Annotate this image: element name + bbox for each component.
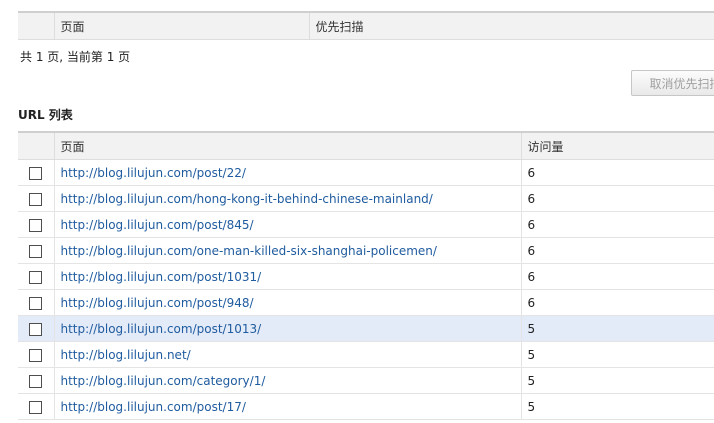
row-checkbox-cell (18, 185, 54, 212)
url-link[interactable]: http://blog.lilujun.com/one-man-killed-s… (61, 244, 437, 258)
url-link[interactable]: http://blog.lilujun.com/post/22/ (61, 166, 246, 180)
url-cell: http://blog.lilujun.com/one-man-killed-s… (53, 237, 521, 264)
column-header-priority-scan[interactable]: 优先扫描 (308, 11, 714, 40)
url-link[interactable]: http://blog.lilujun.com/category/1/ (61, 374, 266, 388)
url-cell: http://blog.lilujun.com/post/845/ (53, 211, 521, 238)
table-row[interactable]: http://blog.lilujun.com/post/22/ 6 (18, 159, 714, 186)
row-checkbox-cell (18, 289, 54, 316)
table-row[interactable]: http://blog.lilujun.com/category/1/ 5 (18, 367, 714, 394)
url-list-header-row: 页面 访问量 (18, 131, 714, 160)
row-checkbox-cell (18, 315, 54, 342)
row-checkbox-cell (18, 393, 54, 420)
row-checkbox[interactable] (29, 244, 43, 258)
row-checkbox[interactable] (29, 348, 43, 362)
priority-scan-table: 页面 优先扫描 (18, 11, 714, 40)
url-cell: http://blog.lilujun.com/post/17/ (53, 393, 521, 420)
visits-cell: 6 (520, 159, 714, 186)
visits-cell: 5 (520, 367, 714, 394)
row-checkbox-cell (18, 211, 54, 238)
url-cell: http://blog.lilujun.com/post/1013/ (53, 315, 521, 342)
url-cell: http://blog.lilujun.net/ (53, 341, 521, 368)
header-checkbox-cell (18, 11, 54, 40)
visits-cell: 6 (520, 237, 714, 264)
priority-scan-header-row: 页面 优先扫描 (18, 11, 714, 40)
row-checkbox[interactable] (29, 166, 43, 180)
table-row[interactable]: http://blog.lilujun.com/one-man-killed-s… (18, 237, 714, 264)
url-link[interactable]: http://blog.lilujun.com/hong-kong-it-beh… (61, 192, 433, 206)
row-checkbox-cell (18, 341, 54, 368)
cancel-priority-scan-button[interactable]: 取消优先扫描 (631, 70, 714, 96)
table-row[interactable]: http://blog.lilujun.com/post/845/ 6 (18, 211, 714, 238)
url-list-title: URL 列表 (18, 108, 73, 122)
column-header-page[interactable]: 页面 (53, 131, 521, 160)
row-checkbox[interactable] (29, 400, 43, 414)
table-row[interactable]: http://blog.lilujun.com/post/1031/ 6 (18, 263, 714, 290)
url-cell: http://blog.lilujun.com/post/1031/ (53, 263, 521, 290)
row-checkbox[interactable] (29, 322, 43, 336)
table-row-highlighted[interactable]: http://blog.lilujun.com/post/1013/ 5 (18, 315, 714, 342)
url-cell: http://blog.lilujun.com/post/22/ (53, 159, 521, 186)
url-cell: http://blog.lilujun.com/hong-kong-it-beh… (53, 185, 521, 212)
visits-cell: 5 (520, 341, 714, 368)
url-link[interactable]: http://blog.lilujun.net/ (61, 348, 191, 362)
row-checkbox[interactable] (29, 270, 43, 284)
row-checkbox[interactable] (29, 374, 43, 388)
row-checkbox-cell (18, 237, 54, 264)
table-row[interactable]: http://blog.lilujun.net/ 5 (18, 341, 714, 368)
visits-cell: 6 (520, 263, 714, 290)
column-header-visits[interactable]: 访问量 (520, 131, 714, 160)
pagination-info: 共 1 页, 当前第 1 页 (20, 50, 131, 64)
url-link[interactable]: http://blog.lilujun.com/post/17/ (61, 400, 246, 414)
header-checkbox-cell (18, 131, 54, 160)
table-row[interactable]: http://blog.lilujun.com/hong-kong-it-beh… (18, 185, 714, 212)
table-row[interactable]: http://blog.lilujun.com/post/17/ 5 (18, 393, 714, 420)
row-checkbox-cell (18, 159, 54, 186)
url-link[interactable]: http://blog.lilujun.com/post/845/ (61, 218, 254, 232)
visits-cell: 6 (520, 289, 714, 316)
url-link[interactable]: http://blog.lilujun.com/post/1013/ (61, 322, 262, 336)
table-row[interactable]: http://blog.lilujun.com/post/948/ 6 (18, 289, 714, 316)
visits-cell: 5 (520, 315, 714, 342)
url-link[interactable]: http://blog.lilujun.com/post/948/ (61, 296, 254, 310)
url-scan-page: 页面 优先扫描 共 1 页, 当前第 1 页 取消优先扫描 URL 列表 页面 … (0, 0, 714, 423)
row-checkbox-cell (18, 367, 54, 394)
row-checkbox-cell (18, 263, 54, 290)
row-checkbox[interactable] (29, 296, 43, 310)
url-cell: http://blog.lilujun.com/category/1/ (53, 367, 521, 394)
visits-cell: 6 (520, 185, 714, 212)
url-link[interactable]: http://blog.lilujun.com/post/1031/ (61, 270, 262, 284)
url-list-table: 页面 访问量 http://blog.lilujun.com/post/22/ … (18, 131, 714, 420)
column-header-page[interactable]: 页面 (53, 11, 309, 40)
row-checkbox[interactable] (29, 192, 43, 206)
visits-cell: 5 (520, 393, 714, 420)
row-checkbox[interactable] (29, 218, 43, 232)
visits-cell: 6 (520, 211, 714, 238)
url-cell: http://blog.lilujun.com/post/948/ (53, 289, 521, 316)
